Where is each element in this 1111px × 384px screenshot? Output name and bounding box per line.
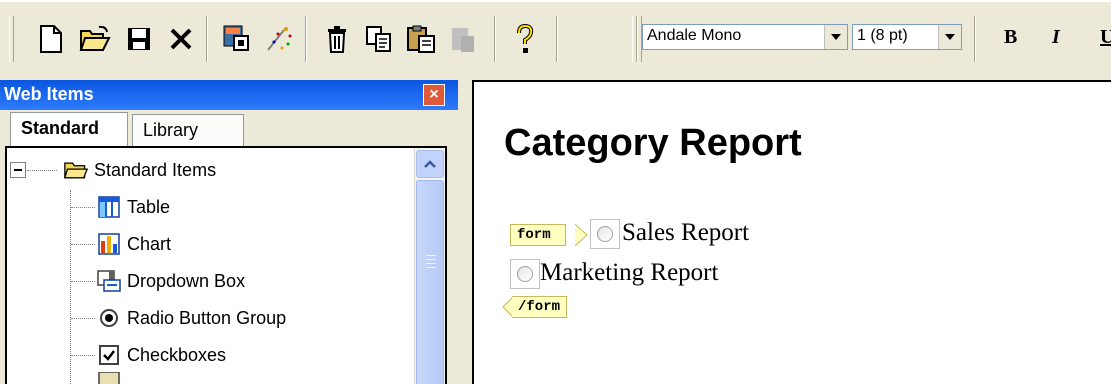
chart-icon <box>97 232 121 256</box>
tree-line <box>71 244 95 245</box>
radio-label-sales: Sales Report <box>622 219 750 246</box>
save-icon <box>128 28 150 50</box>
font-size-select[interactable]: 1 (8 pt) <box>852 24 962 50</box>
wizard-button[interactable] <box>260 20 298 58</box>
save-button[interactable] <box>120 20 158 58</box>
toolbar-separator <box>556 16 558 62</box>
tree-item-partial[interactable] <box>97 372 127 384</box>
tree-scrollbar[interactable] <box>414 148 445 384</box>
radio-marketing[interactable] <box>510 259 540 289</box>
chevron-down-icon[interactable] <box>824 25 847 49</box>
tree-item-table[interactable]: Table <box>97 190 170 224</box>
trash-button[interactable] <box>318 20 356 58</box>
form-open-tag[interactable]: form <box>510 224 566 246</box>
tree-item-radio-button-group[interactable]: Radio Button Group <box>97 301 286 335</box>
tree-item-checkboxes[interactable]: Checkboxes <box>97 338 226 372</box>
tree-root[interactable]: Standard Items <box>10 153 216 187</box>
page-title[interactable]: Category Report <box>504 122 802 165</box>
table-icon <box>97 195 121 219</box>
open-icon <box>79 25 111 51</box>
underline-button[interactable]: U <box>1100 26 1111 49</box>
radio-button-icon <box>97 306 121 330</box>
tree-line <box>71 281 95 282</box>
panel-title-bar[interactable]: Web Items × <box>0 80 458 110</box>
tag-arrow-icon <box>575 224 588 246</box>
tree-item-dropdown-box[interactable]: Dropdown Box <box>97 264 245 298</box>
font-size-value: 1 (8 pt) <box>857 27 908 44</box>
paste-icon <box>407 25 435 53</box>
partial-item-icon <box>97 372 121 384</box>
web-item-icon <box>223 25 249 51</box>
toolbar-separator <box>206 16 208 62</box>
radio-label-marketing: Marketing Report <box>540 259 719 286</box>
tree-item-chart[interactable]: Chart <box>97 227 171 261</box>
open-button[interactable] <box>76 20 114 58</box>
font-name-value: Andale Mono <box>647 27 742 44</box>
folder-open-icon <box>64 158 88 182</box>
radio-sales[interactable] <box>590 219 620 249</box>
collapse-icon[interactable] <box>10 162 26 178</box>
radio-circle-icon <box>517 266 533 282</box>
toolbar-separator <box>494 16 496 62</box>
copy-button[interactable] <box>360 20 398 58</box>
paste-special-icon <box>452 28 474 52</box>
bold-button[interactable]: B <box>1004 26 1017 49</box>
italic-button[interactable]: I <box>1052 26 1060 49</box>
toolbar-grip[interactable] <box>9 16 14 62</box>
paste-special-button[interactable] <box>444 20 482 58</box>
new-button[interactable] <box>32 20 70 58</box>
help-button[interactable] <box>506 20 544 58</box>
toolbar: Andale Mono 1 (8 pt) B I U <box>0 0 1111 77</box>
form-close-tag[interactable]: /form <box>512 296 568 318</box>
dropdown-box-icon <box>97 269 121 293</box>
web-item-button[interactable] <box>218 20 256 58</box>
toolbar-separator <box>974 16 976 62</box>
tab-standard[interactable]: Standard <box>10 112 128 146</box>
design-canvas[interactable]: Category Report form Sales Report Market… <box>472 80 1111 384</box>
radio-circle-icon <box>597 226 613 242</box>
scrollbar-thumb[interactable] <box>416 180 444 384</box>
items-tree: Standard Items Table Chart Dropdown Box … <box>5 146 447 384</box>
checkbox-icon <box>97 343 121 367</box>
paste-button[interactable] <box>402 20 440 58</box>
delete-icon <box>170 28 192 50</box>
toolbar-separator <box>305 16 307 62</box>
tree-line <box>71 355 95 356</box>
web-items-panel: Web Items × Standard Library Standard It… <box>0 80 458 384</box>
font-name-select[interactable]: Andale Mono <box>642 24 848 50</box>
trash-icon <box>328 26 346 53</box>
close-button[interactable] <box>162 20 200 58</box>
tree-line <box>71 318 95 319</box>
tab-library[interactable]: Library <box>132 114 244 146</box>
help-icon <box>517 23 534 53</box>
tree-root-label: Standard Items <box>94 159 217 180</box>
new-icon <box>40 25 62 53</box>
close-icon[interactable]: × <box>423 84 445 106</box>
tree-line <box>71 207 95 208</box>
wizard-icon <box>267 27 292 51</box>
scroll-up-icon[interactable] <box>416 150 444 178</box>
copy-icon <box>366 26 391 52</box>
chevron-down-icon[interactable] <box>938 25 961 49</box>
panel-title: Web Items <box>4 84 94 104</box>
